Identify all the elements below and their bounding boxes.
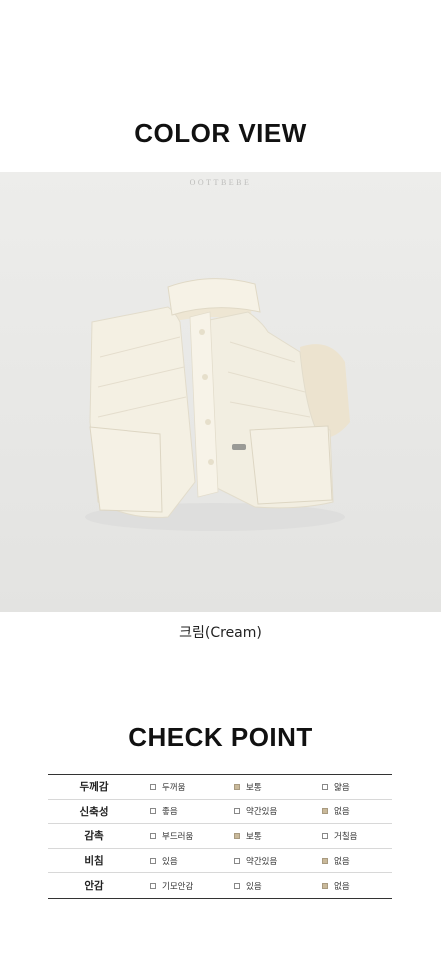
checkbox-icon	[150, 832, 156, 839]
option-label: 부드러움	[162, 831, 194, 842]
checkbox-icon	[234, 857, 240, 864]
checkbox-checked-icon	[322, 808, 328, 815]
option: 거칠음	[322, 830, 392, 842]
option: 없음	[322, 880, 392, 892]
option-label: 두꺼움	[162, 782, 186, 793]
checkbox-checked-icon	[322, 857, 328, 864]
option: 부드러움	[140, 830, 234, 842]
checkbox-checked-icon	[234, 832, 240, 839]
option: 있음	[140, 855, 234, 867]
checkbox-icon	[150, 783, 156, 790]
checkbox-icon	[150, 808, 156, 815]
checkbox-icon	[150, 857, 156, 864]
quilted-vest-image	[85, 278, 350, 531]
row-label: 신축성	[79, 805, 109, 818]
option: 얇음	[322, 781, 392, 793]
option: 보통	[234, 781, 322, 793]
check-point-table: 두께감 두꺼움 보통 얇음 신축성 좋음 약간있음 없음 감촉 부드러움 보통 …	[48, 774, 392, 899]
checkbox-icon	[322, 832, 328, 839]
option-label: 약간있음	[246, 856, 278, 867]
row-label: 안감	[84, 880, 104, 893]
option: 약간있음	[234, 855, 322, 867]
option: 좋음	[140, 805, 234, 817]
option-label: 좋음	[162, 807, 178, 818]
option: 없음	[322, 805, 392, 817]
option-label: 없음	[334, 856, 350, 867]
option: 없음	[322, 855, 392, 867]
option-label: 없음	[334, 881, 350, 892]
option-label: 보통	[246, 782, 262, 793]
checkbox-icon	[234, 808, 240, 815]
option-label: 있음	[162, 856, 178, 867]
table-row: 두께감 두꺼움 보통 얇음	[48, 775, 392, 800]
checkbox-icon	[322, 783, 328, 790]
check-point-title: CHECK POINT	[128, 722, 313, 752]
option-label: 없음	[334, 807, 350, 818]
checkbox-checked-icon	[234, 783, 240, 790]
checkbox-icon	[234, 882, 240, 889]
option-label: 보통	[246, 831, 262, 842]
color-view-title: COLOR VIEW	[134, 118, 307, 148]
option: 두꺼움	[140, 781, 234, 793]
checkbox-checked-icon	[322, 882, 328, 889]
row-label: 감촉	[84, 830, 104, 843]
row-label: 두께감	[79, 781, 109, 794]
option-label: 얇음	[334, 782, 350, 793]
table-row: 감촉 부드러움 보통 거칠음	[48, 824, 392, 849]
option: 약간있음	[234, 805, 322, 817]
option-label: 있음	[246, 881, 262, 892]
table-row: 신축성 좋음 약간있음 없음	[48, 800, 392, 825]
option-label: 기모안감	[162, 881, 194, 892]
option-label: 거칠음	[334, 831, 358, 842]
table-row: 안감 기모안감 있음 없음	[48, 873, 392, 898]
option: 보통	[234, 830, 322, 842]
option: 있음	[234, 880, 322, 892]
option: 기모안감	[140, 880, 234, 892]
option-label: 약간있음	[246, 807, 278, 818]
product-photo: OOTTBEBE	[0, 172, 441, 612]
checkbox-icon	[150, 882, 156, 889]
color-caption: 크림(Cream)	[179, 625, 262, 641]
row-label: 비침	[84, 855, 104, 868]
table-row: 비침 있음 약간있음 없음	[48, 849, 392, 874]
